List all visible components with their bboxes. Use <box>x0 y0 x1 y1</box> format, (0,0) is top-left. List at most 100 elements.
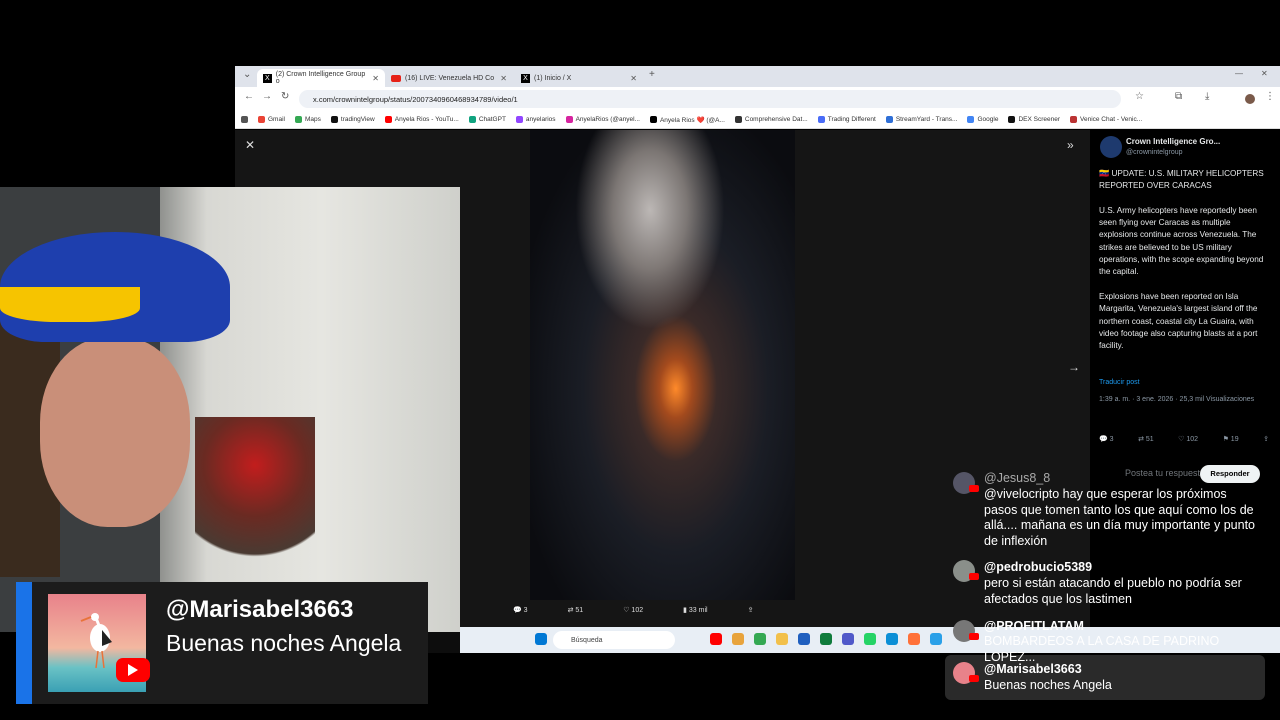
teams-icon[interactable] <box>842 633 854 645</box>
chat-text: pero si están atacando el pueblo no podr… <box>984 576 1242 606</box>
profile-avatar[interactable] <box>1245 94 1255 104</box>
tab-search-icon[interactable]: ⌄ <box>243 69 251 80</box>
chrome-icon[interactable] <box>754 633 766 645</box>
bookmark-maps[interactable]: Maps <box>294 116 321 123</box>
bookmark-gmail[interactable]: Gmail <box>258 116 285 123</box>
translate-post-link[interactable]: Traducir post <box>1099 378 1140 389</box>
word-icon[interactable] <box>798 633 810 645</box>
chat-text: @vivelocripto hay que esperar los próxim… <box>984 487 1255 548</box>
bookmark-chatgpt[interactable]: ChatGPT <box>468 116 506 123</box>
tab-bar: ⌄ X (2) Crown Intelligence Group o ✕ (16… <box>235 66 1280 87</box>
bookmark-action[interactable]: ⚑ 19 <box>1223 435 1239 446</box>
tab-close-icon[interactable]: ✕ <box>500 74 507 83</box>
forward-arrow-icon[interactable]: → <box>262 91 272 102</box>
chat-username: @Marisabel3663 <box>984 662 1082 676</box>
bookmark-google[interactable]: Google <box>967 116 998 123</box>
tab-label: (2) Crown Intelligence Group o <box>275 71 366 85</box>
tweet-text: 🇻🇪 UPDATE: U.S. MILITARY HELICOPTERS REP… <box>1099 169 1264 351</box>
chat-text: Buenas noches Angela <box>984 678 1112 692</box>
extensions-icon[interactable]: ⧉ <box>1175 91 1182 102</box>
bookmarks-bar: Gmail Maps tradingView Anyela Rios - You… <box>235 111 1280 129</box>
tab-label: (16) LIVE: Venezuela HD Co <box>405 74 495 82</box>
lower-third-banner: @Marisabel3663 Buenas noches Angela <box>16 582 428 704</box>
expand-panel-icon[interactable]: » <box>1067 138 1074 152</box>
download-icon[interactable]: ⤓ <box>1205 91 1209 102</box>
taskbar-search-input[interactable]: Búsqueda <box>553 631 675 649</box>
x-logo-icon: X <box>263 73 272 83</box>
bookmark-dex-screener[interactable]: DEX Screener <box>1008 116 1060 123</box>
menu-icon[interactable]: ⋮ <box>1265 91 1275 102</box>
chat-username: @Jesus8_8 <box>984 471 1051 485</box>
tab-inicio-x[interactable]: X (1) Inicio / X ✕ <box>515 69 643 87</box>
tab-label: (1) Inicio / X <box>534 74 572 82</box>
edge-icon[interactable] <box>886 633 898 645</box>
like-action[interactable]: ♡ 102 <box>623 606 643 614</box>
video-smoke-plume <box>575 130 725 330</box>
new-tab-button[interactable]: + <box>649 69 655 80</box>
repost-action[interactable]: ⇄ 51 <box>1138 435 1154 446</box>
tweet-author-name[interactable]: Crown Intelligence Gro... <box>1126 136 1220 148</box>
youtube-app-icon[interactable] <box>710 633 722 645</box>
bookmark-x[interactable]: Anyela Rios ❤️ (@A... <box>649 116 725 124</box>
stork-icon <box>80 613 112 668</box>
repost-action[interactable]: ⇄ 51 <box>568 606 584 614</box>
bookmark-youtube[interactable]: Anyela Rios - YouTu... <box>384 116 459 123</box>
whatsapp-icon[interactable] <box>864 633 876 645</box>
minimize-button[interactable]: — <box>1235 69 1243 78</box>
bookmark-tradingview[interactable]: tradingView <box>330 116 375 123</box>
bookmark-streamyard[interactable]: StreamYard - Trans... <box>885 116 957 123</box>
back-arrow-icon[interactable]: ← <box>244 91 254 102</box>
url-input[interactable]: x.com/crownintelgroup/status/20073409604… <box>299 90 1121 108</box>
tweet-meta: 1:39 a. m. · 3 ene. 2026 · 25,3 mil Visu… <box>1099 396 1255 403</box>
lower-third-username: @Marisabel3663 <box>166 596 354 623</box>
share-icon[interactable]: ⇪ <box>748 606 754 614</box>
youtube-badge-icon <box>969 675 979 682</box>
chat-text: BOMBARDEOS A LA CASA DE PADRINO LOPEZ... <box>984 634 1220 664</box>
bookmark-twitch[interactable]: anyelarios <box>515 116 556 123</box>
tab-crown-intelligence[interactable]: X (2) Crown Intelligence Group o ✕ <box>257 69 385 87</box>
next-media-arrow-icon[interactable]: → <box>1068 360 1080 374</box>
reload-icon[interactable]: ↻ <box>281 91 289 102</box>
bookmark-trading-different[interactable]: Trading Different <box>817 116 876 123</box>
telegram-icon[interactable] <box>930 633 942 645</box>
webcam-presenter-face <box>40 337 190 527</box>
tab-close-icon[interactable]: ✕ <box>372 74 379 83</box>
reply-action[interactable]: 💬 3 <box>513 606 528 614</box>
chat-username: @pedrobucio5389 <box>984 560 1093 574</box>
webcam-feed <box>0 187 460 632</box>
chat-username: @PROFITLATAM <box>984 619 1084 633</box>
youtube-badge-icon <box>116 658 150 682</box>
youtube-logo-icon <box>391 74 401 82</box>
youtube-badge-icon <box>969 485 979 492</box>
copilot-icon[interactable] <box>732 633 744 645</box>
lower-third-message: Buenas noches Angela <box>166 630 402 656</box>
window-close-button[interactable]: ✕ <box>1261 69 1268 78</box>
views-stat: ▮ 33 mil <box>683 607 708 614</box>
bookmark-venice[interactable]: Venice Chat - Venic... <box>1069 116 1142 123</box>
like-action[interactable]: ♡ 102 <box>1178 435 1198 446</box>
file-explorer-icon[interactable] <box>776 633 788 645</box>
address-bar: ← → ↻ x.com/crownintelgroup/status/20073… <box>235 87 1280 111</box>
youtube-badge-icon <box>969 573 979 580</box>
webcam-cap-stripe <box>0 287 140 322</box>
excel-icon[interactable] <box>820 633 832 645</box>
lower-third-accent-bar <box>16 582 32 704</box>
bookmark-comprehensive[interactable]: Comprehensive Dat... <box>734 116 808 123</box>
webcam-plush-toy <box>195 417 315 577</box>
commenter-avatar <box>48 594 150 692</box>
youtube-badge-icon <box>969 633 979 640</box>
star-icon[interactable]: ☆ <box>1135 91 1144 102</box>
close-media-icon[interactable]: ✕ <box>245 138 255 152</box>
video-action-bar: 💬 3 ⇄ 51 ♡ 102 ▮ 33 mil ⇪ <box>513 606 813 614</box>
share-icon[interactable]: ⇪ <box>1263 435 1269 446</box>
tab-close-icon[interactable]: ✕ <box>630 74 637 83</box>
live-chat-overlay: @Jesus8_8 @vivelocripto hay que esperar … <box>945 470 1265 720</box>
tab-venezuela-live[interactable]: (16) LIVE: Venezuela HD Co ✕ <box>385 69 513 87</box>
windows-start-icon[interactable] <box>535 633 547 645</box>
bookmark-instagram[interactable]: AnyelaRios (@anyel... <box>565 116 640 123</box>
reply-action[interactable]: 💬 3 <box>1099 435 1114 446</box>
tweet-author-handle[interactable]: @crownintelgroup <box>1126 148 1183 159</box>
tweet-author-avatar[interactable] <box>1100 136 1122 158</box>
firefox-icon[interactable] <box>908 633 920 645</box>
apps-icon[interactable] <box>241 116 248 123</box>
